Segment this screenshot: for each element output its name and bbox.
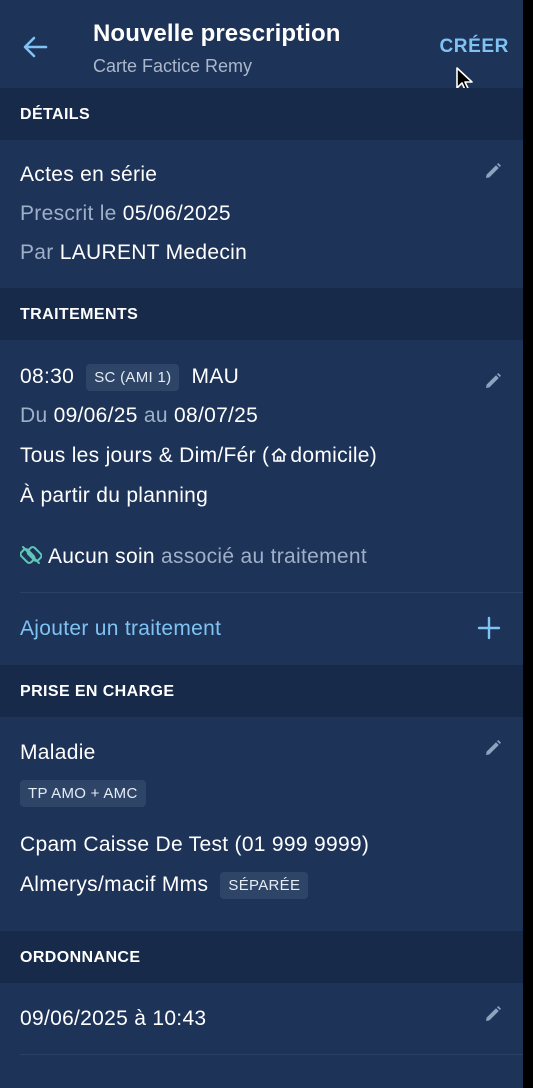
section-title: DÉTAILS [20,106,91,123]
ordonnance-date: 09/06/2025 à 10:43 [20,1007,207,1030]
act-badge: SC (AMI 1) [86,364,180,391]
section-title: PRISE EN CHARGE [20,683,175,700]
page-subtitle: Carte Factice Remy [93,56,253,76]
details-prescribed: Prescrit le 05/06/2025 [20,202,231,226]
coverage-badge-row: TP AMO + AMC [20,780,146,807]
no-care-rest: associé au traitement [161,545,367,568]
prescribed-date: 05/06/2025 [122,202,231,225]
home-icon [271,448,287,462]
period-to-prefix: au [143,404,168,427]
edit-details-button[interactable] [483,161,503,181]
amc-badge: SÉPARÉE [220,872,309,899]
top-app-bar: Nouvelle prescription Carte Factice Remy… [0,0,523,93]
details-prescriber: Par LAURENT Medecin [20,241,247,265]
prescription-screen: Nouvelle prescription Carte Factice Remy… [0,0,523,1088]
treatment-summary: 08:30 SC (AMI 1) MAU [20,364,239,391]
treatment-period: Du 09/06/25 au 08/07/25 [20,404,258,428]
section-header-traitements: TRAITEMENTS [0,288,523,340]
details-type: Actes en série [20,163,158,186]
amc-organism: Almerys/macif Mms SÉPARÉE [20,872,309,899]
back-button[interactable] [18,30,52,64]
act-code: MAU [191,365,240,389]
frequency-text: Tous les jours & Dim/Fér ( [20,444,270,467]
period-from-date: 09/06/25 [53,404,138,427]
amo-organism: Cpam Caisse De Test (01 999 9999) [20,833,370,856]
create-button[interactable]: CRÉER [439,36,509,58]
section-title: ORDONNANCE [20,949,141,966]
pencil-icon [486,163,501,178]
treatment-time: 08:30 [20,365,75,389]
treatment-planning: À partir du planning [20,484,209,507]
amc-name: Almerys/macif Mms [20,873,209,897]
section-title: TRAITEMENTS [20,306,139,323]
treatment-frequency: Tous les jours & Dim/Fér ( domicile) [20,444,377,468]
edit-ordonnance-button[interactable] [483,1004,503,1024]
prescriber-name: LAURENT Medecin [59,241,248,264]
location-text: domicile) [290,444,378,467]
divider [20,1054,523,1055]
arrow-left-icon [23,36,48,58]
prescribed-prefix: Prescrit le [20,202,117,225]
add-treatment-button[interactable]: Ajouter un traitement [0,596,523,662]
period-from-prefix: Du [20,404,48,427]
add-treatment-label: Ajouter un traitement [20,617,222,640]
pencil-icon [486,740,501,755]
section-header-prise-en-charge: PRISE EN CHARGE [0,665,523,717]
coverage-badge: TP AMO + AMC [20,780,146,807]
no-care-strong: Aucun soin [48,545,155,568]
no-care-notice: Aucun soin associé au traitement [19,544,367,569]
pencil-icon [486,1006,501,1021]
edit-coverage-button[interactable] [483,738,503,758]
divider [20,592,523,593]
pencil-icon [486,373,501,388]
prescriber-prefix: Par [20,241,54,264]
page-title: Nouvelle prescription [93,20,341,47]
link-off-icon [19,546,43,564]
plus-icon [477,616,501,640]
edit-treatment-button[interactable] [483,371,503,391]
coverage-type: Maladie [20,741,96,764]
section-header-details: DÉTAILS [0,88,523,140]
period-to-date: 08/07/25 [174,404,259,427]
section-header-ordonnance: ORDONNANCE [0,931,523,983]
